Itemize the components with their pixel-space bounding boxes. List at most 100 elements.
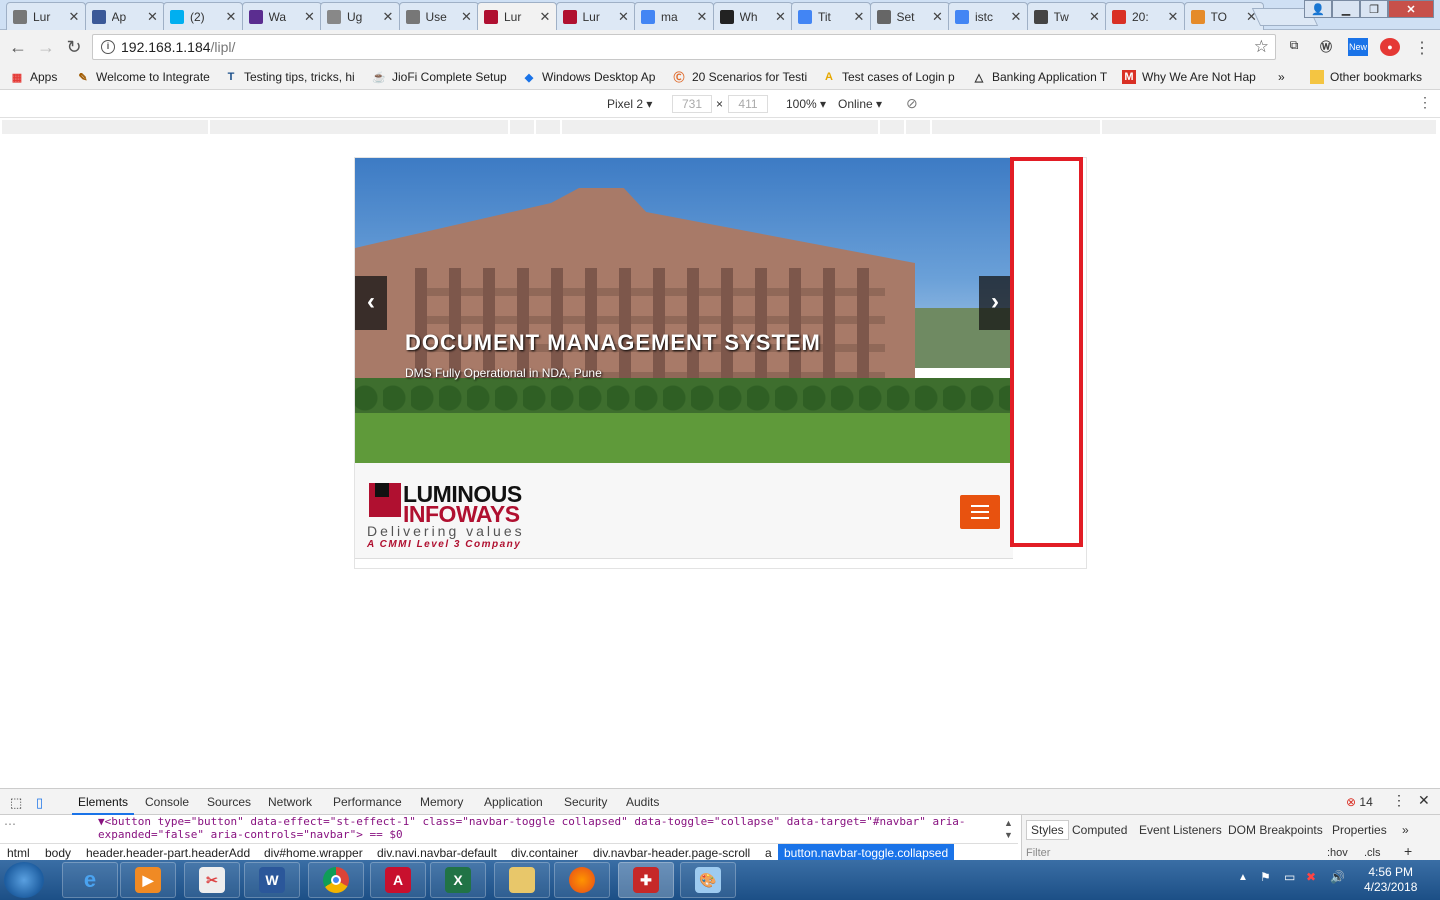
close-tab-icon[interactable]: ✕ — [931, 9, 945, 25]
devtools-menu-icon[interactable]: ⋮ — [1392, 792, 1406, 809]
tab-memory[interactable]: Memory — [420, 795, 463, 809]
close-tab-icon[interactable]: ✕ — [695, 9, 709, 25]
browser-tab[interactable]: Lur ✕ — [555, 2, 636, 30]
breadcrumb-item[interactable]: header.header-part.headerAdd — [86, 846, 250, 860]
browser-tab[interactable]: istc ✕ — [948, 2, 1028, 30]
chrome-menu-icon[interactable]: ⋮ — [1412, 38, 1432, 57]
ellipsis-icon[interactable]: ⋯ — [4, 817, 16, 831]
bookmark-item[interactable]: A Test cases of Login p — [822, 69, 960, 85]
navbar-toggle-button[interactable] — [960, 495, 1000, 529]
tab-dom-breakpoints[interactable]: DOM Breakpoints — [1228, 823, 1323, 837]
close-tab-icon[interactable]: ✕ — [617, 9, 631, 25]
network-error-icon[interactable]: ✖ — [1306, 870, 1316, 884]
tab-computed[interactable]: Computed — [1072, 823, 1127, 837]
class-toggle[interactable]: .cls — [1364, 847, 1381, 859]
close-tab-icon[interactable]: ✕ — [1166, 9, 1180, 25]
tab-event-listeners[interactable]: Event Listeners — [1139, 823, 1222, 837]
company-logo[interactable]: LUMINOUS INFOWAYS Delivering values A CM… — [367, 481, 567, 551]
close-tab-icon[interactable]: ✕ — [852, 9, 866, 25]
breadcrumb-item[interactable]: div.navi.navbar-default — [377, 846, 497, 860]
browser-tab[interactable]: Lur ✕ — [6, 2, 86, 30]
bookmark-item[interactable]: T Testing tips, tricks, hi — [224, 69, 360, 85]
bookmark-star-icon[interactable]: ☆ — [1254, 37, 1269, 57]
tab-properties[interactable]: Properties — [1332, 823, 1387, 837]
tab-network[interactable]: Network — [268, 795, 312, 809]
bookmark-item[interactable]: △ Banking Application T — [972, 69, 1110, 85]
device-toolbar-menu-icon[interactable]: ⋮ — [1418, 94, 1432, 111]
browser-tab[interactable]: Use ✕ — [398, 2, 479, 30]
close-window-button[interactable]: ✕ — [1388, 0, 1434, 18]
more-tabs-icon[interactable]: » — [1402, 823, 1409, 837]
taskbar-snipping[interactable]: ✂ — [184, 862, 240, 898]
power-icon[interactable]: ▭ — [1284, 870, 1295, 884]
breadcrumb-item[interactable]: body — [45, 846, 71, 860]
taskbar-active-app[interactable]: ✚ — [618, 862, 674, 898]
browser-tab[interactable]: Set ✕ — [869, 2, 950, 30]
breadcrumb-item[interactable]: html — [7, 846, 30, 860]
breadcrumb-item[interactable]: a — [765, 846, 772, 860]
browser-tab[interactable]: Ug ✕ — [320, 2, 400, 30]
error-counter[interactable]: ⊗ 14 — [1346, 795, 1373, 809]
browser-tab[interactable]: Tit ✕ — [791, 2, 871, 30]
network-throttle-select[interactable]: Online ▾ — [838, 97, 882, 111]
tab-sources[interactable]: Sources — [207, 795, 251, 809]
other-bookmarks[interactable]: Other bookmarks — [1310, 69, 1430, 85]
dom-tree[interactable]: ▼<button type="button" data-effect="st-e… — [0, 815, 1018, 843]
breadcrumb-item[interactable]: div#home.wrapper — [264, 846, 363, 860]
close-tab-icon[interactable]: ✕ — [146, 9, 160, 25]
browser-tab[interactable]: Ap ✕ — [84, 2, 165, 30]
tray-expand-icon[interactable]: ▲ — [1238, 872, 1248, 883]
forward-arrow-icon[interactable]: → — [36, 37, 56, 57]
volume-icon[interactable]: 🔊 — [1330, 870, 1345, 884]
new-extension-icon[interactable]: New — [1348, 38, 1368, 56]
close-tab-icon[interactable]: ✕ — [224, 9, 238, 25]
dom-node-line[interactable]: ▼<button type="button" data-effect="st-e… — [98, 815, 1018, 828]
bookmark-item[interactable]: ☕ JioFi Complete Setup — [372, 69, 510, 85]
tab-audits[interactable]: Audits — [626, 795, 659, 809]
tab-styles[interactable]: Styles — [1026, 820, 1069, 840]
device-mode-icon[interactable]: ▯ — [36, 795, 43, 811]
close-tab-icon[interactable]: ✕ — [381, 9, 395, 25]
browser-tab[interactable]: Wa ✕ — [241, 2, 322, 30]
browser-tab[interactable]: 20: ✕ — [1105, 2, 1185, 30]
breadcrumb-item[interactable]: div.container — [511, 846, 578, 860]
close-tab-icon[interactable]: ✕ — [1009, 9, 1023, 25]
more-bookmarks-button[interactable]: » — [1278, 69, 1292, 85]
browser-tab[interactable]: ma ✕ — [634, 2, 714, 30]
bookmark-item[interactable]: M Why We Are Not Hap — [1122, 69, 1260, 85]
close-tab-icon[interactable]: ✕ — [460, 9, 474, 25]
user-icon[interactable]: 👤 — [1304, 0, 1332, 18]
bookmark-apps[interactable]: ▦ Apps — [10, 69, 70, 85]
taskbar-explorer[interactable] — [494, 862, 550, 898]
taskbar-word[interactable]: W — [244, 862, 300, 898]
taskbar-ie[interactable]: e — [62, 862, 118, 898]
rotate-icon[interactable]: ⊘ — [906, 95, 918, 112]
close-tab-icon[interactable]: ✕ — [303, 9, 317, 25]
close-tab-icon[interactable]: ✕ — [774, 9, 788, 25]
browser-tab[interactable]: Tw ✕ — [1026, 2, 1107, 30]
close-tab-icon[interactable]: ✕ — [538, 9, 552, 25]
site-info-icon[interactable]: i — [101, 40, 115, 54]
bookmark-item[interactable]: ◆ Windows Desktop Ap — [522, 69, 660, 85]
hover-state-toggle[interactable]: :hov — [1327, 847, 1348, 859]
bookmark-item[interactable]: ✎ Welcome to Integrate — [76, 69, 214, 85]
maximize-button[interactable]: ❐ — [1360, 0, 1388, 18]
breadcrumb-item[interactable]: div.navbar-header.page-scroll — [593, 846, 750, 860]
browser-tab[interactable]: TO ✕ — [1183, 2, 1264, 30]
browser-tab[interactable]: (2) ✕ — [163, 2, 243, 30]
inspect-icon[interactable]: ⬚ — [10, 795, 22, 811]
notification-extension-icon[interactable]: ● — [1380, 38, 1400, 56]
tab-elements[interactable]: Elements — [71, 795, 135, 815]
browser-tab[interactable]: Lur ✕ — [477, 2, 557, 31]
taskbar-paint[interactable]: 🎨 — [680, 862, 736, 898]
tab-performance[interactable]: Performance — [333, 795, 402, 809]
back-arrow-icon[interactable]: ← — [8, 37, 28, 57]
tab-console[interactable]: Console — [145, 795, 189, 809]
start-button[interactable] — [4, 862, 44, 898]
minimize-button[interactable]: ▁ — [1332, 0, 1360, 18]
zoom-select[interactable]: 100% ▾ — [786, 97, 826, 111]
wordpress-icon[interactable]: Ⓦ — [1316, 38, 1336, 56]
browser-tab[interactable]: Wh ✕ — [712, 2, 793, 30]
cast-icon[interactable]: ⧉ — [1284, 38, 1304, 56]
tab-application[interactable]: Application — [484, 795, 543, 809]
